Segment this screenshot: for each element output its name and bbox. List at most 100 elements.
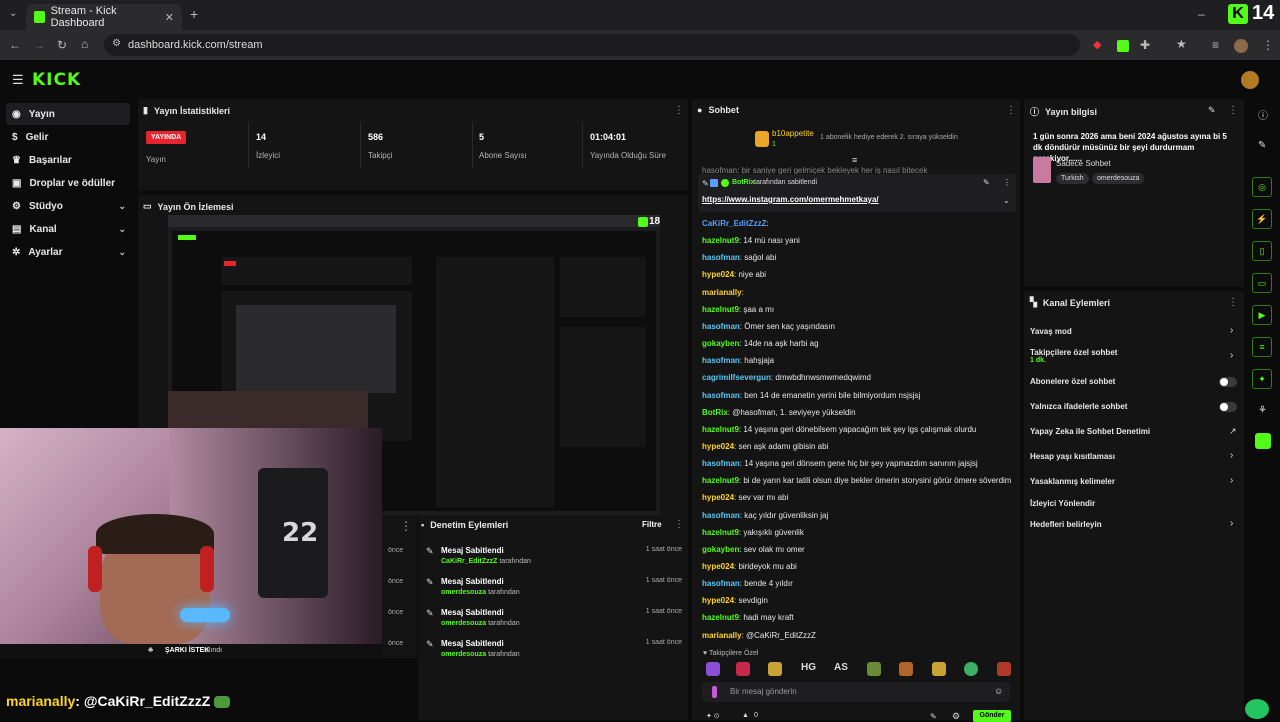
chat-username[interactable]: hazelnut9 [702, 528, 739, 537]
chat-username[interactable]: hasofman [702, 391, 740, 400]
chevron-right-icon[interactable]: › [1230, 350, 1233, 361]
emote-icon[interactable] [899, 662, 913, 676]
banned-words-label[interactable]: Yasaklanmış kelimeler [1030, 477, 1115, 486]
rail-button-active[interactable] [1255, 433, 1271, 449]
pinned-menu-icon[interactable]: ⋮ [1003, 178, 1011, 187]
sidebar-item-ayarlar[interactable]: ✲ Ayarlar ⌄ [6, 241, 130, 263]
emote-icon[interactable] [768, 662, 782, 676]
emote-icon[interactable] [964, 662, 978, 676]
filter-icon[interactable]: ≡ [852, 155, 857, 165]
people-rail-icon[interactable]: ⚘ [1258, 405, 1267, 416]
chat-username[interactable]: hazelnut9 [702, 476, 739, 485]
chat-username[interactable]: hasofman [702, 579, 740, 588]
site-info-icon[interactable]: ⚙ [112, 38, 121, 49]
chat-username[interactable]: hype024 [702, 442, 734, 451]
favorites-icon[interactable]: ★ [1176, 37, 1187, 51]
subs-only-toggle[interactable] [1219, 377, 1237, 387]
send-button[interactable]: Gönder [973, 710, 1011, 722]
url-field[interactable]: ⚙ dashboard.kick.com/stream [104, 34, 1080, 56]
chevron-right-icon[interactable]: › [1230, 475, 1233, 486]
host-viewers-label[interactable]: İzleyici Yönlendir [1030, 499, 1095, 508]
user-avatar[interactable] [1241, 71, 1259, 89]
chat-username[interactable]: hype024 [702, 596, 734, 605]
chat-username[interactable]: hasofman [702, 322, 740, 331]
chat-username[interactable]: hazelnut9 [702, 425, 739, 434]
chat-users-icon[interactable]: ✦ ⊙ [706, 712, 720, 720]
tag-chip[interactable]: omerdesouza [1092, 173, 1145, 184]
chat-username[interactable]: CaKiRr_EditZzzZ [702, 219, 766, 228]
channel-actions-menu-icon[interactable]: ⋮ [1228, 297, 1238, 308]
home-icon[interactable]: ⌂ [81, 37, 88, 51]
slow-mode-label[interactable]: Yavaş mod [1030, 327, 1072, 336]
external-link-icon[interactable]: ↗ [1229, 426, 1237, 437]
chevron-down-icon[interactable]: ⌄ [1003, 196, 1010, 205]
pinned-by[interactable]: BotRix [732, 179, 755, 186]
emote-icon[interactable] [867, 662, 881, 676]
info-rail-icon[interactable]: ⓘ [1258, 107, 1268, 122]
sidebar-item-basarilar[interactable]: ♛ Başarılar [6, 149, 130, 171]
chat-input[interactable]: Bir mesaj gönderin ☺ [702, 682, 1010, 702]
mic-icon[interactable] [712, 686, 717, 698]
chat-menu-icon[interactable]: ⋮ [1006, 105, 1016, 116]
support-chat-icon[interactable] [1245, 699, 1269, 719]
rail-button-bolt[interactable]: ⚡ [1252, 209, 1272, 229]
chevron-right-icon[interactable]: › [1230, 325, 1233, 336]
set-goals-label[interactable]: Hedefleri belirleyin [1030, 520, 1102, 529]
pinned-link[interactable]: https://www.instagram.com/omermehmetkaya… [702, 195, 879, 204]
filter-button[interactable]: Filtre [642, 520, 662, 529]
followers-only-chat-label[interactable]: Takipçilere özel sohbet [1030, 348, 1117, 357]
rail-button-list[interactable]: ≡ [1252, 337, 1272, 357]
chat-username[interactable]: gokayben [702, 545, 739, 554]
emote-icon[interactable] [997, 662, 1011, 676]
sidebar-item-yayin[interactable]: ◉ Yayın [6, 103, 130, 125]
side-menu-icon[interactable]: ⋮ [400, 519, 412, 533]
mod-action-user[interactable]: omerdesouza [441, 620, 486, 627]
emoji-picker-icon[interactable]: ☺ [994, 686, 1003, 696]
emote-icon[interactable] [736, 662, 750, 676]
rail-button-target[interactable]: ◎ [1252, 177, 1272, 197]
rail-button-tools[interactable]: ✦ [1252, 369, 1272, 389]
chat-username[interactable]: marianally [702, 631, 742, 640]
mod-action-user[interactable]: omerdesouza [441, 651, 486, 658]
kick-extension-icon[interactable] [1117, 40, 1129, 52]
chat-username[interactable]: cagrimilfsevergun [702, 373, 771, 382]
chat-username[interactable]: hazelnut9 [702, 305, 739, 314]
new-tab-icon[interactable]: + [190, 6, 198, 22]
mod-action-user[interactable]: CaKiRr_EditZzzZ [441, 558, 497, 565]
chat-username[interactable]: hasofman [702, 511, 740, 520]
reload-icon[interactable]: ↻ [57, 38, 67, 52]
kick-logo[interactable]: KICK [32, 70, 81, 90]
chat-username[interactable]: hasofman [702, 356, 740, 365]
chat-username[interactable]: hasofman [702, 253, 740, 262]
emotes-only-toggle[interactable] [1219, 402, 1237, 412]
emote-as-icon[interactable]: AS [834, 662, 848, 676]
forward-icon[interactable]: → [33, 38, 45, 52]
browser-tab[interactable]: Stream - Kick Dashboard ✕ [26, 4, 182, 30]
chat-username[interactable]: gokayben [702, 339, 739, 348]
minimize-icon[interactable]: – [1198, 7, 1205, 21]
close-tab-icon[interactable]: ✕ [165, 11, 174, 24]
emote-icon[interactable] [706, 662, 720, 676]
chat-settings-icon[interactable]: ⚙ [952, 711, 960, 722]
sidebar-item-gelir[interactable]: $ Gelir [6, 126, 130, 148]
unpin-icon[interactable]: ✎ [983, 178, 990, 187]
extension-red-icon[interactable]: ◆ [1093, 38, 1101, 51]
rail-button-doc[interactable]: ▯ [1252, 241, 1272, 261]
sidebar-item-kanal[interactable]: ▤ Kanal ⌄ [6, 218, 130, 240]
extensions-icon[interactable]: ✚ [1140, 38, 1150, 52]
back-icon[interactable]: ← [9, 38, 21, 52]
chevron-right-icon[interactable]: › [1230, 450, 1233, 461]
hamburger-menu-icon[interactable]: ☰ [12, 72, 24, 88]
chat-username[interactable]: BotRix [702, 408, 728, 417]
emote-hg-icon[interactable]: HG [801, 662, 816, 676]
gift-user[interactable]: b10appetite [772, 129, 814, 138]
emote-icon[interactable] [932, 662, 946, 676]
stream-info-menu-icon[interactable]: ⋮ [1228, 105, 1238, 116]
profile-avatar[interactable] [1234, 39, 1248, 53]
mod-actions-menu-icon[interactable]: ⋮ [674, 519, 684, 530]
chat-username[interactable]: hype024 [702, 270, 734, 279]
rail-button-chat[interactable]: ▭ [1252, 273, 1272, 293]
rail-button-play[interactable]: ▶ [1252, 305, 1272, 325]
chat-username[interactable]: hype024 [702, 562, 734, 571]
chat-username[interactable]: marianally [702, 288, 742, 297]
